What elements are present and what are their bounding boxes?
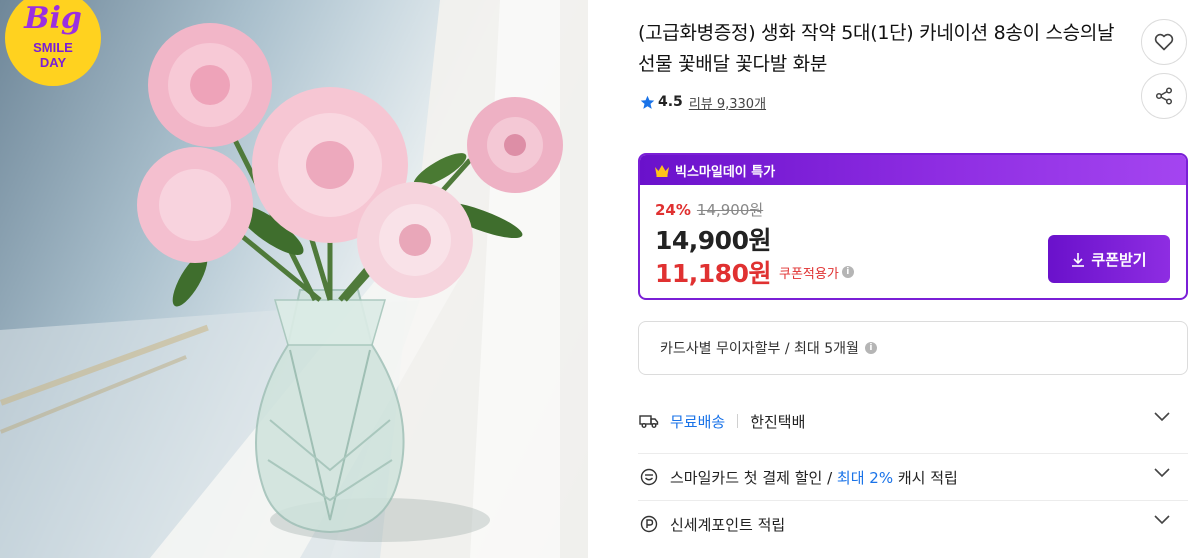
review-link[interactable]: 리뷰 9,330개 [689,93,766,112]
heart-icon [1154,33,1174,51]
shipping-row[interactable]: 무료배송 한진택배 [638,398,1188,444]
star-icon [640,95,655,109]
separator [737,414,739,428]
coupon-button-label: 쿠폰받기 [1091,251,1147,269]
smilecard-suffix: 캐시 적립 [893,468,958,487]
smilecard-prefix: 스마일카드 첫 결제 할인 / [670,468,837,487]
smilecard-row[interactable]: 스마일카드 첫 결제 할인 / 최대 2% 캐시 적립 [638,454,1188,500]
point-icon [638,513,660,535]
product-image: Big SMILE DAY [0,0,588,558]
original-price: 14,900원 [696,201,764,219]
like-button[interactable] [1141,19,1187,65]
coupon-price: 11,180원 [655,259,771,288]
info-icon[interactable]: i [864,342,877,354]
card-installment-box: 카드사별 무이자할부 / 최대 5개월 i [638,321,1188,375]
points-row[interactable]: 신세계포인트 적립 [638,501,1188,547]
rating-score: 4.5 [658,94,683,110]
svg-text:DAY: DAY [40,55,67,70]
carrier-label: 한진택배 [750,412,806,431]
chevron-down-icon[interactable] [1154,468,1170,478]
smilecard-highlight: 최대 2% [836,468,894,487]
smile-icon [638,466,660,488]
product-title: (고급화병증정) 생화 작약 5대(1단) 카네이션 8송이 스승의날 선물 꽃… [638,22,1115,75]
share-button[interactable] [1141,73,1187,119]
crown-icon [655,164,669,177]
download-icon [1072,252,1085,267]
deal-header: 빅스마일데이 특가 [640,155,1186,185]
info-icon[interactable]: i [841,266,854,278]
big-smile-day-badge: Big SMILE DAY [4,0,102,90]
share-icon [1155,87,1173,105]
download-coupon-button[interactable]: 쿠폰받기 [1048,235,1170,283]
discount-percent: 24% [655,200,691,219]
free-shipping-label: 무료배송 [670,412,726,431]
card-installment-text: 카드사별 무이자할부 / 최대 5개월 [660,341,859,357]
truck-icon [638,410,660,432]
coupon-price-row: 11,180원 쿠폰적용가 i [655,254,854,290]
deal-header-label: 빅스마일데이 특가 [675,164,776,180]
coupon-price-label: 쿠폰적용가 [778,266,839,282]
discount-line: 24% 14,900원 [655,199,763,220]
svg-text:Big: Big [23,1,82,36]
deal-box: 빅스마일데이 특가 24% 14,900원 14,900원 11,180원 쿠폰… [638,153,1188,300]
chevron-down-icon[interactable] [1154,515,1170,525]
points-label: 신세계포인트 적립 [670,515,786,534]
sale-price: 14,900원 [655,226,771,255]
rating: 4.5 리뷰 9,330개 [640,92,766,112]
svg-text:SMILE: SMILE [33,40,73,55]
chevron-down-icon[interactable] [1154,412,1170,422]
